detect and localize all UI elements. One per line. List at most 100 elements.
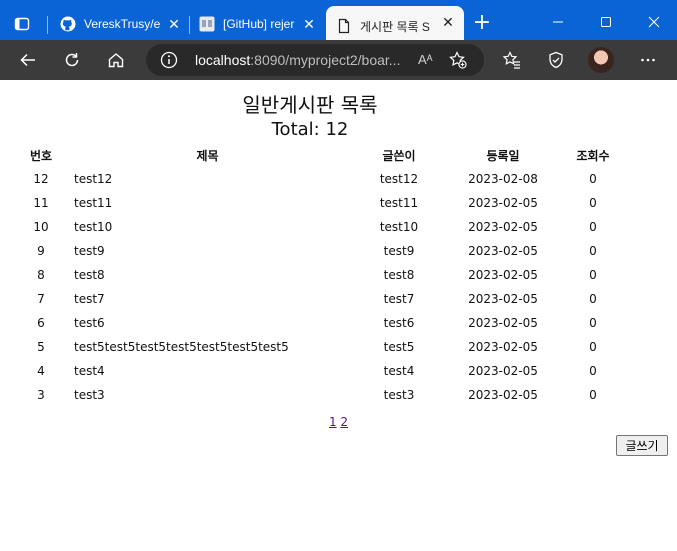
post-writer: test3 [383, 388, 415, 402]
tab-actions-icon[interactable] [10, 12, 34, 36]
favorites-icon[interactable] [498, 46, 526, 74]
table-row[interactable]: 9 test9 test9 2023-02-05 0 [16, 239, 629, 263]
post-number: 5 [37, 340, 45, 354]
more-options-icon[interactable] [634, 46, 662, 74]
post-date: 2023-02-05 [468, 364, 538, 378]
home-icon[interactable] [102, 46, 130, 74]
post-writer: test6 [383, 316, 415, 330]
image-favicon-icon [199, 16, 215, 32]
post-number: 8 [37, 268, 45, 282]
read-aloud-icon[interactable]: Aᴬ [418, 52, 433, 67]
url-text[interactable]: localhost:8090/myproject2/boar... [195, 52, 407, 68]
post-date: 2023-02-05 [468, 292, 538, 306]
back-icon[interactable] [14, 46, 42, 74]
table-row[interactable]: 11 test11 test11 2023-02-05 0 [16, 191, 629, 215]
add-favorite-icon[interactable] [448, 50, 468, 70]
column-header-title: 제목 [196, 148, 219, 163]
post-writer: test8 [383, 268, 415, 282]
close-icon[interactable]: ✕ [166, 16, 182, 32]
post-number: 4 [37, 364, 45, 378]
post-number: 6 [37, 316, 45, 330]
tab-label: 게시판 목록 S [360, 19, 430, 34]
profile-avatar[interactable] [588, 47, 614, 73]
url-host: localhost [195, 52, 251, 68]
post-title[interactable]: test11 [66, 191, 349, 215]
tab-github[interactable]: VereskTrusy/e ✕ [50, 8, 190, 40]
post-title[interactable]: test10 [66, 215, 349, 239]
tab-separator [47, 16, 48, 34]
url-path: :8090/myproject2/boar... [250, 52, 401, 68]
post-title[interactable]: test4 [66, 359, 349, 383]
table-header-row: 번호 제목 글쓴이 등록일 조회수 [16, 143, 629, 167]
post-date: 2023-02-05 [468, 220, 538, 234]
post-title[interactable]: test3 [66, 383, 349, 407]
post-title[interactable]: test8 [66, 263, 349, 287]
tab-github-issue[interactable]: [GitHub] rejer ✕ [189, 8, 325, 40]
board-table: 번호 제목 글쓴이 등록일 조회수 12 test12 test12 2023-… [16, 143, 629, 407]
table-row[interactable]: 5 test5test5test5test5test5test5test5 te… [16, 335, 629, 359]
page-link-1[interactable]: 1 [329, 415, 337, 429]
post-views: 0 [589, 268, 597, 282]
total-count: Total: 12 [271, 119, 349, 140]
post-date: 2023-02-05 [468, 268, 538, 282]
post-number: 3 [37, 388, 45, 402]
post-title[interactable]: test12 [66, 167, 349, 191]
post-views: 0 [589, 220, 597, 234]
close-icon[interactable]: ✕ [301, 16, 317, 32]
post-number: 10 [33, 220, 49, 234]
page-link-2[interactable]: 2 [340, 415, 348, 429]
tab-label: VereskTrusy/e [84, 17, 161, 31]
post-number: 7 [37, 292, 45, 306]
table-row[interactable]: 8 test8 test8 2023-02-05 0 [16, 263, 629, 287]
table-row[interactable]: 10 test10 test10 2023-02-05 0 [16, 215, 629, 239]
post-writer: test12 [379, 172, 419, 186]
post-views: 0 [589, 388, 597, 402]
table-row[interactable]: 3 test3 test3 2023-02-05 0 [16, 383, 629, 407]
post-writer: test11 [379, 196, 419, 210]
post-date: 2023-02-08 [468, 172, 538, 186]
post-views: 0 [589, 196, 597, 210]
column-header-writer: 글쓴이 [382, 148, 416, 163]
table-row[interactable]: 6 test6 test6 2023-02-05 0 [16, 311, 629, 335]
table-row[interactable]: 7 test7 test7 2023-02-05 0 [16, 287, 629, 311]
post-writer: test9 [383, 244, 415, 258]
browser-essentials-icon[interactable] [542, 46, 570, 74]
post-number: 12 [33, 172, 49, 186]
post-writer: test10 [379, 220, 419, 234]
address-bar[interactable]: localhost:8090/myproject2/boar... Aᴬ [146, 44, 484, 76]
refresh-icon[interactable] [58, 46, 86, 74]
close-window-icon[interactable] [636, 8, 672, 36]
post-views: 0 [589, 364, 597, 378]
new-tab-icon[interactable]: + [470, 12, 494, 36]
page-title: 일반게시판 목록 [242, 93, 378, 117]
document-icon [336, 18, 352, 34]
pagination: 1 2 [0, 415, 677, 429]
maximize-icon[interactable] [588, 8, 624, 36]
post-title[interactable]: test5test5test5test5test5test5test5 [66, 335, 349, 359]
table-row[interactable]: 4 test4 test4 2023-02-05 0 [16, 359, 629, 383]
page-content: 일반게시판 목록 Total: 12 번호 제목 글쓴이 등록일 조회수 12 … [0, 80, 677, 551]
post-title[interactable]: test7 [66, 287, 349, 311]
minimize-icon[interactable] [540, 8, 576, 36]
column-header-date: 등록일 [486, 148, 520, 163]
info-icon[interactable] [160, 51, 178, 69]
column-header-views: 조회수 [576, 148, 610, 163]
write-post-button[interactable]: 글쓰기 [616, 435, 668, 456]
table-row[interactable]: 12 test12 test12 2023-02-08 0 [16, 167, 629, 191]
post-date: 2023-02-05 [468, 340, 538, 354]
post-date: 2023-02-05 [468, 316, 538, 330]
post-views: 0 [589, 292, 597, 306]
post-writer: test4 [383, 364, 415, 378]
post-date: 2023-02-05 [468, 196, 538, 210]
post-writer: test7 [383, 292, 415, 306]
tab-label: [GitHub] rejer [223, 17, 295, 31]
post-date: 2023-02-05 [468, 244, 538, 258]
post-number: 9 [37, 244, 45, 258]
post-views: 0 [589, 244, 597, 258]
github-icon [60, 16, 76, 32]
close-icon[interactable]: ✕ [440, 14, 456, 30]
post-title[interactable]: test9 [66, 239, 349, 263]
post-number: 11 [33, 196, 49, 210]
post-title[interactable]: test6 [66, 311, 349, 335]
post-views: 0 [589, 316, 597, 330]
